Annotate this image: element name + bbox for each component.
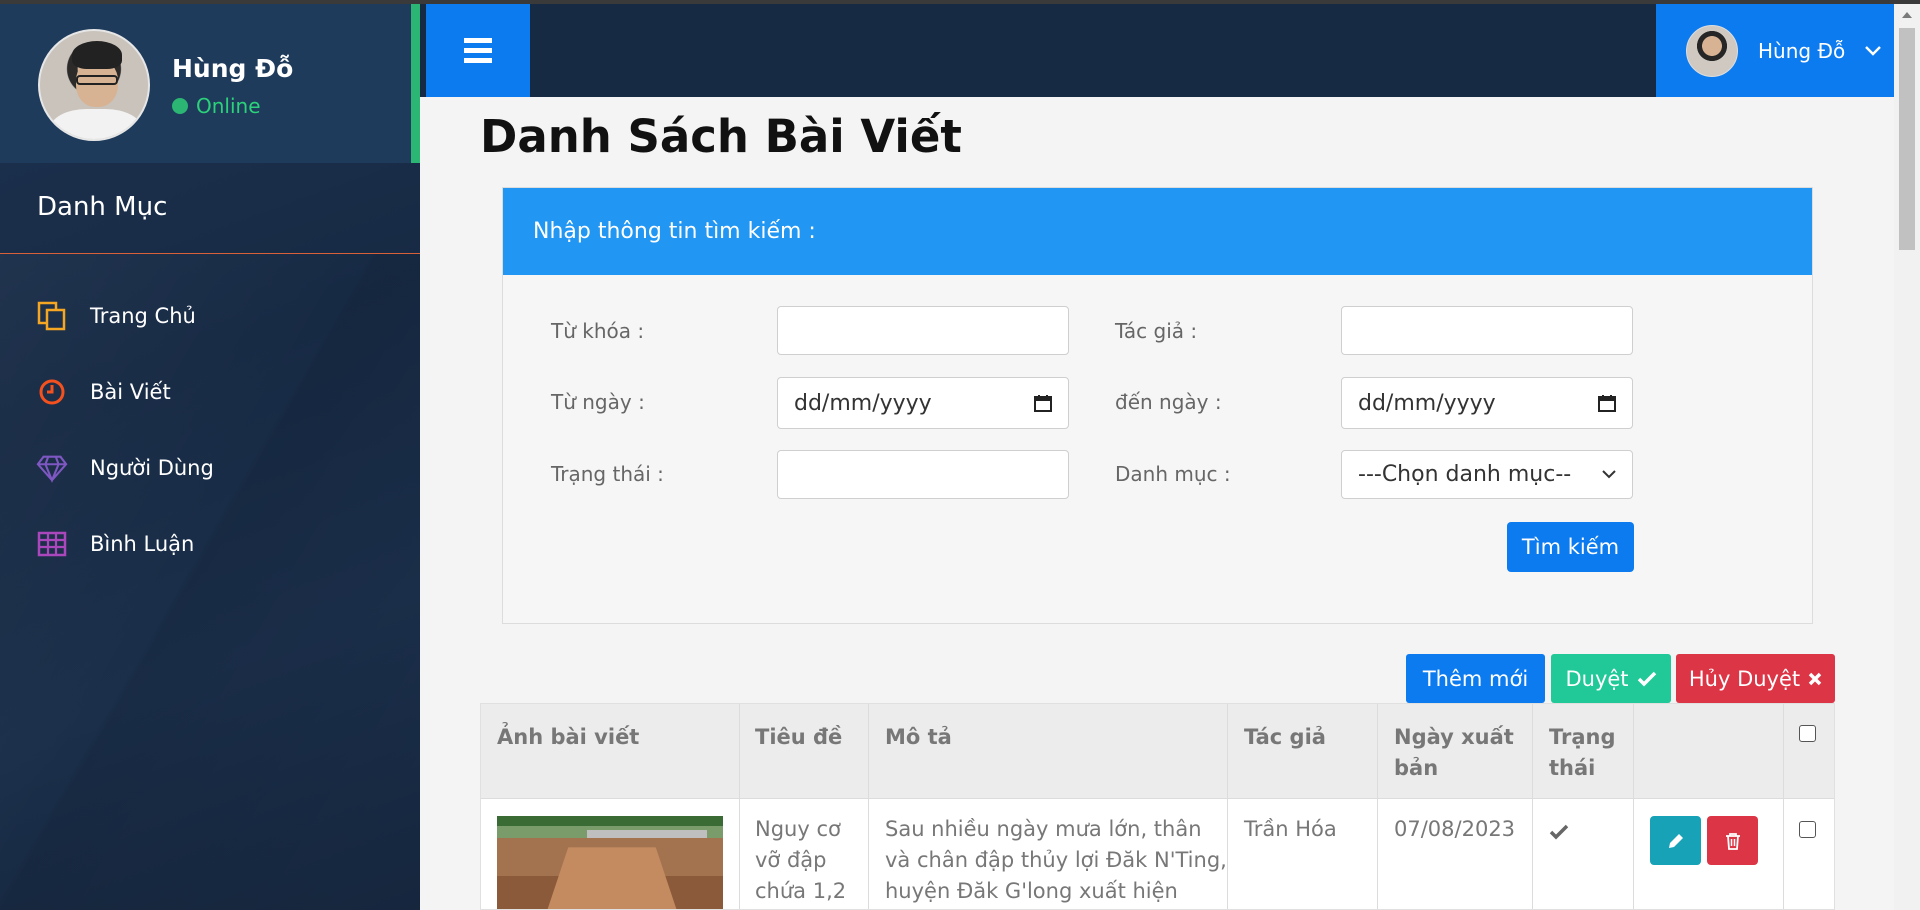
add-new-label: Thêm mới	[1422, 666, 1529, 691]
trash-icon	[1725, 832, 1740, 850]
profile-name: Hùng Đỗ	[172, 54, 294, 83]
cancel-approve-button[interactable]: Hủy Duyệt	[1676, 654, 1835, 703]
add-new-button[interactable]: Thêm mới	[1406, 654, 1545, 703]
to-date-label: đến ngày :	[1115, 390, 1222, 414]
sidebar-item-label: Bình Luận	[90, 532, 195, 556]
cancel-approve-label: Hủy Duyệt	[1688, 666, 1801, 691]
date-placeholder: dd/mm/yyyy	[1358, 390, 1496, 416]
diamond-icon	[36, 452, 68, 484]
col-header-image: Ảnh bài viết	[497, 725, 640, 749]
post-title[interactable]: Nguy cơ vỡ đập chứa 1,2	[755, 814, 846, 907]
sidebar-item-label: Trang Chủ	[90, 304, 196, 328]
post-author: Trần Hóa	[1244, 817, 1337, 841]
search-button[interactable]: Tìm kiếm	[1507, 522, 1634, 572]
sidebar-item-label: Người Dùng	[90, 456, 214, 480]
top-header: Hùng Đỗ	[420, 4, 1894, 97]
sidebar-item-comments[interactable]: Bình Luận	[36, 528, 194, 560]
sidebar: Hùng Đỗ Online Danh Mục Trang Chủ Bài Vi…	[0, 4, 420, 910]
page-title: Danh Sách Bài Viết	[480, 110, 962, 163]
post-publish-date: 07/08/2023	[1394, 817, 1516, 841]
category-selected: ---Chọn danh mục--	[1358, 462, 1572, 487]
status-label: Online	[196, 94, 261, 118]
sidebar-item-users[interactable]: Người Dùng	[36, 452, 214, 484]
close-icon	[1808, 672, 1822, 685]
approve-button[interactable]: Duyệt	[1551, 654, 1671, 703]
to-date-input[interactable]: dd/mm/yyyy	[1341, 377, 1633, 429]
row-select-checkbox[interactable]	[1799, 821, 1816, 838]
chevron-down-icon	[1602, 470, 1616, 479]
menu-toggle-button[interactable]	[426, 4, 530, 97]
search-panel: Nhập thông tin tìm kiếm : Từ khóa : Tác …	[502, 187, 1813, 624]
keyword-label: Từ khóa :	[551, 319, 645, 343]
keyword-input[interactable]	[777, 306, 1069, 355]
status-filter-label: Trạng thái :	[551, 462, 664, 486]
sidebar-item-label: Bài Viết	[90, 380, 171, 404]
from-date-input[interactable]: dd/mm/yyyy	[777, 377, 1069, 429]
page-scrollbar[interactable]	[1894, 4, 1920, 910]
status-filter-input[interactable]	[777, 450, 1069, 499]
hamburger-icon	[464, 38, 492, 43]
select-all-checkbox[interactable]	[1799, 725, 1816, 742]
col-header-status: Trạng thái	[1549, 725, 1616, 780]
header-user-name: Hùng Đỗ	[1758, 38, 1846, 63]
avatar	[1686, 24, 1738, 77]
menu-heading: Danh Mục	[37, 192, 168, 222]
scroll-up-arrow-icon[interactable]	[1902, 12, 1912, 18]
col-header-author: Tác giả	[1244, 725, 1326, 749]
search-panel-header: Nhập thông tin tìm kiếm :	[503, 188, 1812, 275]
scroll-thumb[interactable]	[1899, 28, 1915, 250]
online-dot-icon	[172, 98, 188, 114]
user-menu-dropdown[interactable]: Hùng Đỗ	[1656, 4, 1894, 97]
post-thumbnail	[497, 816, 723, 909]
col-header-title: Tiêu đề	[755, 725, 843, 749]
category-select[interactable]: ---Chọn danh mục--	[1341, 450, 1633, 499]
col-header-publish-date: Ngày xuất bản	[1394, 725, 1514, 780]
table-header	[481, 704, 1834, 799]
sidebar-item-home[interactable]: Trang Chủ	[36, 300, 196, 332]
chevron-down-icon	[1865, 45, 1882, 56]
author-label: Tác giả :	[1115, 319, 1198, 343]
sidebar-profile: Hùng Đỗ Online	[0, 4, 420, 163]
date-placeholder: dd/mm/yyyy	[794, 390, 932, 416]
status-check-icon	[1549, 824, 1569, 840]
pencil-icon	[1668, 833, 1683, 848]
table-icon	[36, 528, 68, 560]
from-date-label: Từ ngày :	[551, 390, 645, 414]
posts-table: Ảnh bài viết Tiêu đề Mô tả Tác giả Ngày …	[480, 703, 1835, 910]
calendar-icon[interactable]	[1598, 394, 1616, 412]
calendar-icon[interactable]	[1034, 394, 1052, 412]
post-description: Sau nhiều ngày mưa lớn, thân và chân đập…	[885, 817, 1227, 903]
copy-icon	[36, 300, 68, 332]
edit-button[interactable]	[1650, 816, 1701, 865]
col-header-description: Mô tả	[885, 725, 952, 749]
category-label: Danh mục :	[1115, 462, 1231, 486]
menu-divider	[0, 253, 420, 254]
sidebar-item-posts[interactable]: Bài Viết	[36, 376, 171, 408]
approve-label: Duyệt	[1565, 666, 1629, 691]
check-icon	[1637, 671, 1656, 686]
author-input[interactable]	[1341, 306, 1633, 355]
delete-button[interactable]	[1707, 816, 1758, 865]
status-online: Online	[172, 94, 261, 118]
clock-icon	[36, 376, 68, 408]
avatar	[38, 29, 150, 141]
